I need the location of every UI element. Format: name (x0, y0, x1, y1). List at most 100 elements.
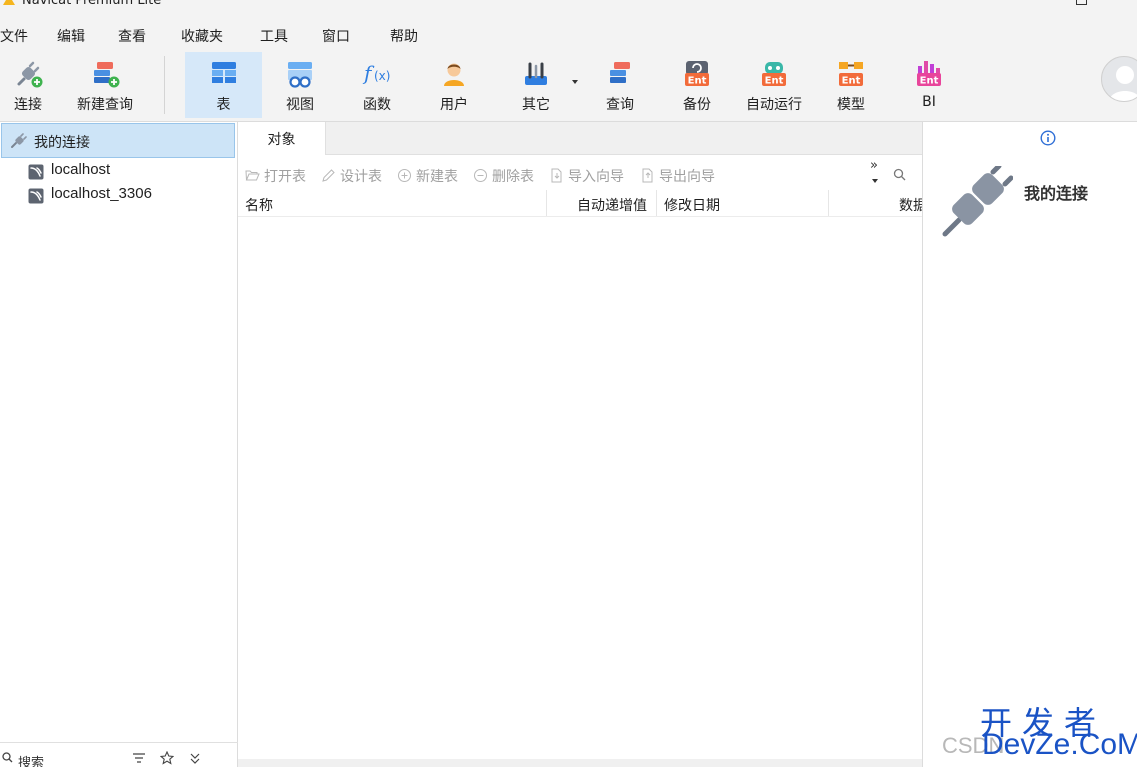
function-button[interactable]: f (x) 函数 (342, 52, 412, 118)
tree-item-localhost-3306[interactable]: localhost_3306 (0, 184, 236, 208)
query-button[interactable]: 查询 (586, 52, 654, 118)
navicat-logo-icon (3, 0, 15, 5)
query-label: 查询 (606, 97, 634, 113)
model-label: 模型 (837, 97, 865, 113)
bi-label: BI (922, 94, 936, 110)
backup-label: 备份 (683, 97, 711, 113)
new-table-label: 新建表 (416, 169, 458, 185)
main-toolbar: 连接 新建查询 表 视图 f (x) 函数 用户 其它 查询 Ent 备份 En… (0, 52, 1137, 122)
tree-root-my-connections[interactable]: 我的连接 (1, 123, 235, 158)
menu-edit[interactable]: 编辑 (57, 26, 85, 46)
plug-icon (942, 166, 1013, 237)
table-header: 名称 自动递增值 修改日期 数据 (238, 190, 922, 217)
backup-button[interactable]: Ent 备份 (664, 52, 730, 118)
table-label: 表 (216, 97, 231, 113)
collapse-icon[interactable] (188, 751, 202, 765)
tab-bar: 对象 (238, 122, 922, 155)
menu-favorites[interactable]: 收藏夹 (181, 26, 223, 46)
horizontal-scrollbar[interactable] (238, 759, 922, 767)
user-label: 用户 (440, 97, 468, 113)
mysql-connection-icon (28, 188, 44, 204)
menu-bar: 文件 编辑 查看 收藏夹 工具 窗口 帮助 (0, 18, 1137, 52)
delete-table-label: 删除表 (492, 169, 534, 185)
function-label: 函数 (363, 97, 391, 113)
user-avatar-icon (1108, 66, 1137, 101)
automation-button[interactable]: Ent 自动运行 (738, 52, 810, 118)
search-icon (2, 752, 13, 763)
menu-file[interactable]: 文件 (0, 26, 28, 46)
column-header-data[interactable]: 数据 (899, 195, 922, 215)
function-icon: f (x) (362, 61, 390, 85)
column-divider[interactable] (828, 190, 829, 216)
new-query-button[interactable]: 新建查询 (70, 52, 140, 118)
remove-circle-icon (474, 169, 487, 182)
menu-help[interactable]: 帮助 (390, 26, 418, 46)
user-icon (444, 63, 464, 86)
column-header-auto-increment[interactable]: 自动递增值 (577, 195, 647, 215)
connection-tree-panel: 我的连接 localhost localhost_3306 搜索 (0, 122, 238, 767)
backup-icon: Ent (685, 61, 709, 87)
query-icon (610, 62, 630, 83)
search-icon[interactable] (893, 168, 906, 181)
user-button[interactable]: 用户 (420, 52, 488, 118)
menu-view[interactable]: 查看 (118, 26, 146, 46)
export-wizard-label: 导出向导 (659, 169, 715, 185)
connect-label: 连接 (14, 97, 42, 113)
new-query-label: 新建查询 (77, 97, 133, 113)
mysql-connection-icon (28, 164, 44, 180)
column-header-modified[interactable]: 修改日期 (664, 195, 720, 215)
info-panel-title: 我的连接 (1024, 184, 1089, 203)
view-label: 视图 (286, 97, 314, 113)
bi-button[interactable]: Ent BI (896, 52, 962, 118)
object-panel: 对象 打开表 设计表 新建表 删除表 导入向导 导出向导 » 名称 自动递增值 … (238, 122, 922, 767)
object-action-bar: 打开表 设计表 新建表 删除表 导入向导 导出向导 (238, 162, 922, 188)
tab-objects[interactable]: 对象 (238, 122, 326, 155)
ent-badge-text: Ent (920, 76, 939, 87)
robot-icon: Ent (762, 62, 786, 87)
avatar[interactable] (1101, 56, 1137, 102)
open-table-label: 打开表 (264, 169, 306, 185)
more-actions-button[interactable]: » (870, 158, 878, 173)
tools-icon (525, 62, 547, 85)
design-table-label: 设计表 (340, 169, 382, 185)
filter-icon[interactable] (132, 751, 146, 765)
import-icon (551, 168, 562, 183)
pencil-icon (322, 169, 335, 182)
bi-chart-icon: Ent (917, 61, 941, 87)
others-button[interactable]: 其它 (500, 52, 572, 118)
menu-window[interactable]: 窗口 (322, 26, 350, 46)
others-dropdown-icon[interactable] (572, 80, 578, 84)
column-header-name[interactable]: 名称 (245, 195, 273, 215)
maximize-icon[interactable] (1076, 0, 1087, 5)
tree-root-label: 我的连接 (34, 135, 90, 151)
view-button[interactable]: 视图 (264, 52, 336, 118)
tree-item-label: localhost_3306 (51, 185, 152, 202)
window-title: Navicat Premium Lite (22, 0, 162, 8)
table-button[interactable]: 表 (185, 52, 262, 118)
info-panel: 我的连接 (922, 122, 1137, 767)
model-button[interactable]: Ent 模型 (818, 52, 884, 118)
column-divider[interactable] (656, 190, 657, 216)
search-input[interactable]: 搜索 (18, 752, 44, 767)
ent-badge-text: Ent (688, 76, 707, 87)
automation-label: 自动运行 (746, 97, 802, 113)
add-circle-icon (398, 169, 411, 182)
connect-button[interactable]: 连接 (0, 52, 56, 118)
title-bar: Navicat Premium Lite (0, 0, 1137, 18)
star-icon[interactable] (160, 751, 174, 765)
folder-open-icon (245, 170, 260, 181)
tree-item-label: localhost (51, 161, 111, 178)
view-icon (288, 62, 312, 88)
tree-search-bar[interactable]: 搜索 (0, 742, 238, 767)
plug-icon (17, 61, 43, 88)
more-actions-dropdown-icon[interactable] (872, 179, 878, 183)
svg-text:(x): (x) (374, 69, 390, 83)
info-icon[interactable] (1040, 130, 1056, 146)
tree-item-localhost[interactable]: localhost (0, 160, 236, 184)
menu-tools[interactable]: 工具 (260, 26, 288, 46)
ent-badge-text: Ent (765, 76, 784, 87)
new-query-icon (94, 62, 120, 88)
plug-icon (11, 133, 27, 148)
column-divider[interactable] (546, 190, 547, 216)
table-icon (211, 62, 236, 83)
